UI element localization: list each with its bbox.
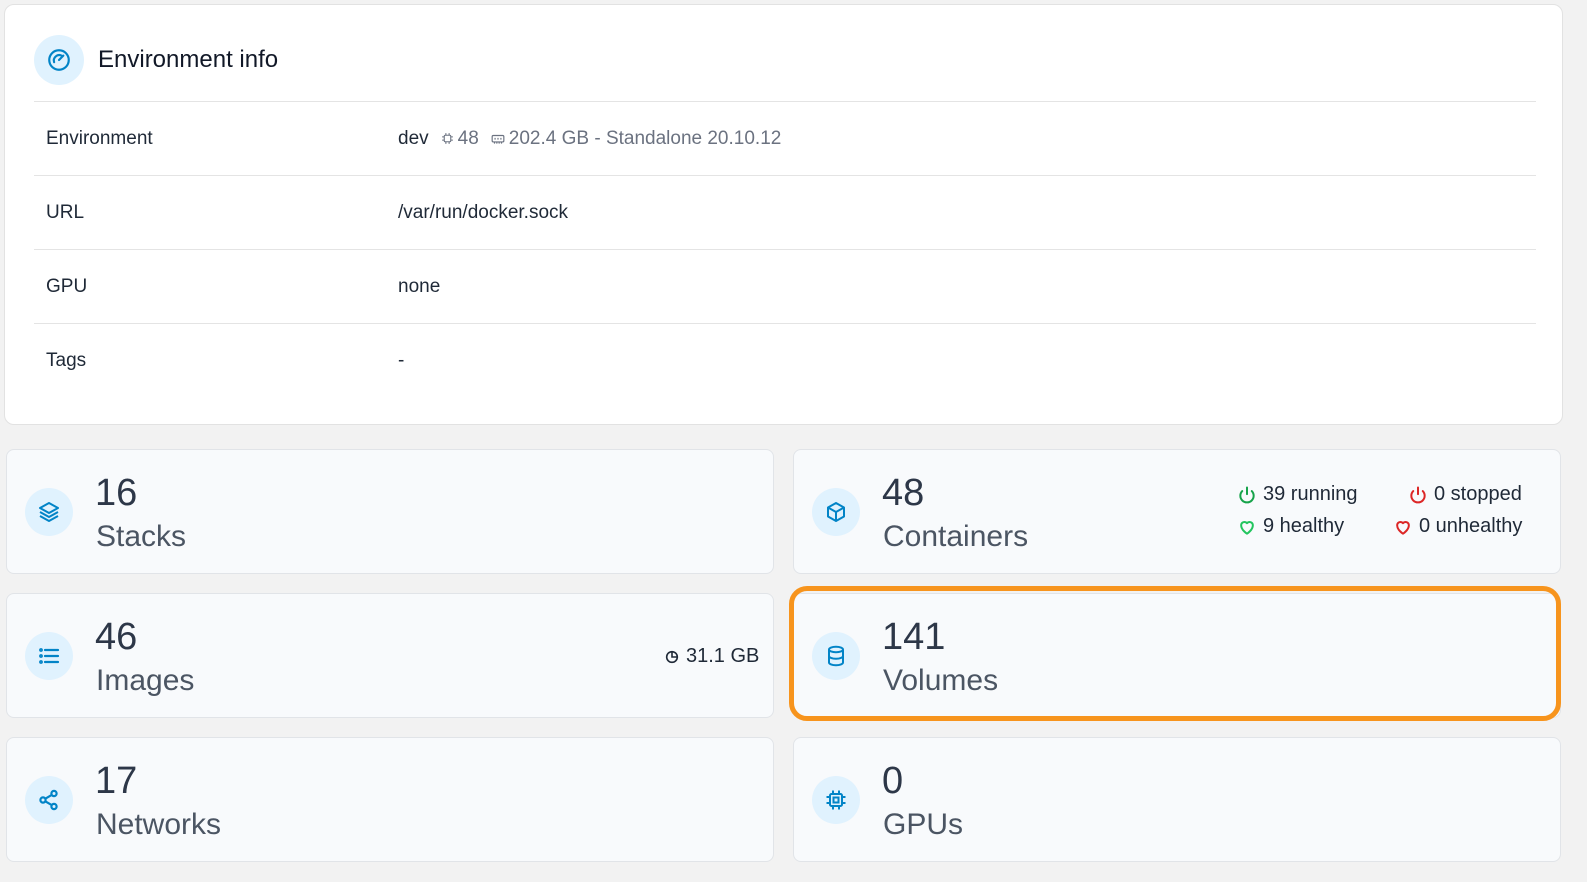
row-label: Environment: [46, 127, 153, 149]
row-value: -: [398, 349, 405, 371]
networks-count: 17: [95, 760, 138, 802]
database-icon: [812, 632, 860, 680]
row-label: URL: [46, 201, 85, 223]
healthy-count: 9 healthy: [1263, 515, 1345, 537]
volumes-label: Volumes: [883, 664, 999, 697]
table-row-tags: Tags -: [34, 323, 1536, 397]
networks-label: Networks: [96, 808, 222, 841]
environment-name: dev: [398, 127, 429, 149]
gpus-label: GPUs: [883, 808, 964, 841]
row-label: GPU: [46, 275, 88, 297]
containers-label: Containers: [883, 520, 1029, 553]
heart-icon: [1240, 520, 1254, 535]
box-icon: [812, 488, 860, 536]
running-stat: 39 running: [1237, 483, 1358, 506]
table-row-url: URL /var/run/docker.sock: [34, 175, 1536, 249]
environment-info-panel: Environment info Environment dev 48 202.…: [4, 4, 1563, 425]
gpus-card[interactable]: 0 GPUs: [793, 737, 1561, 862]
cpu-count: 48: [457, 127, 479, 149]
stopped-count: 0 stopped: [1434, 483, 1522, 505]
table-row-gpu: GPU none: [34, 249, 1536, 323]
panel-title: Environment info: [98, 46, 279, 73]
stacks-card[interactable]: 16 Stacks: [6, 449, 774, 574]
images-size: 31.1 GB: [664, 645, 759, 668]
images-size-value: 31.1 GB: [686, 645, 760, 667]
pie-chart-icon: [665, 650, 679, 663]
images-label: Images: [96, 664, 195, 697]
stopped-stat: 0 stopped: [1408, 483, 1522, 506]
containers-count: 48: [882, 472, 925, 514]
power-icon: [1239, 486, 1255, 503]
memory-icon: [491, 133, 505, 145]
heart-broken-icon: [1396, 520, 1410, 535]
layers-icon: [25, 488, 73, 536]
stacks-count: 16: [95, 472, 138, 514]
running-count: 39 running: [1263, 483, 1358, 505]
row-value: dev 48 202.4 GB - Standalone 20.10.12: [398, 128, 781, 150]
healthy-stat: 9 healthy: [1237, 515, 1344, 538]
unhealthy-count: 0 unhealthy: [1419, 515, 1523, 537]
table-row-environment: Environment dev 48 202.4 GB - Standalone…: [34, 101, 1536, 175]
gpus-count: 0: [882, 760, 904, 802]
images-card[interactable]: 46 Images 31.1 GB: [6, 593, 774, 718]
volumes-count: 141: [882, 616, 946, 658]
row-value: /var/run/docker.sock: [398, 201, 569, 223]
row-value: none: [398, 275, 441, 297]
environment-details-table: Environment dev 48 202.4 GB - Standalone…: [34, 101, 1536, 397]
power-off-icon: [1410, 486, 1426, 503]
unhealthy-stat: 0 unhealthy: [1393, 515, 1522, 538]
chip-icon: [812, 776, 860, 824]
speedometer-icon: [34, 35, 84, 85]
row-label: Tags: [46, 349, 87, 371]
panel-header: Environment info: [34, 35, 278, 85]
share-icon: [25, 776, 73, 824]
networks-card[interactable]: 17 Networks: [6, 737, 774, 862]
images-count: 46: [95, 616, 138, 658]
list-icon: [25, 632, 73, 680]
containers-card[interactable]: 48 Containers 39 running 0 stopped 9 hea…: [793, 449, 1561, 574]
memory-and-type: 202.4 GB - Standalone 20.10.12: [508, 127, 782, 149]
cpu-icon: [441, 132, 454, 145]
stacks-label: Stacks: [96, 520, 187, 553]
volumes-card[interactable]: 141 Volumes: [793, 593, 1561, 718]
